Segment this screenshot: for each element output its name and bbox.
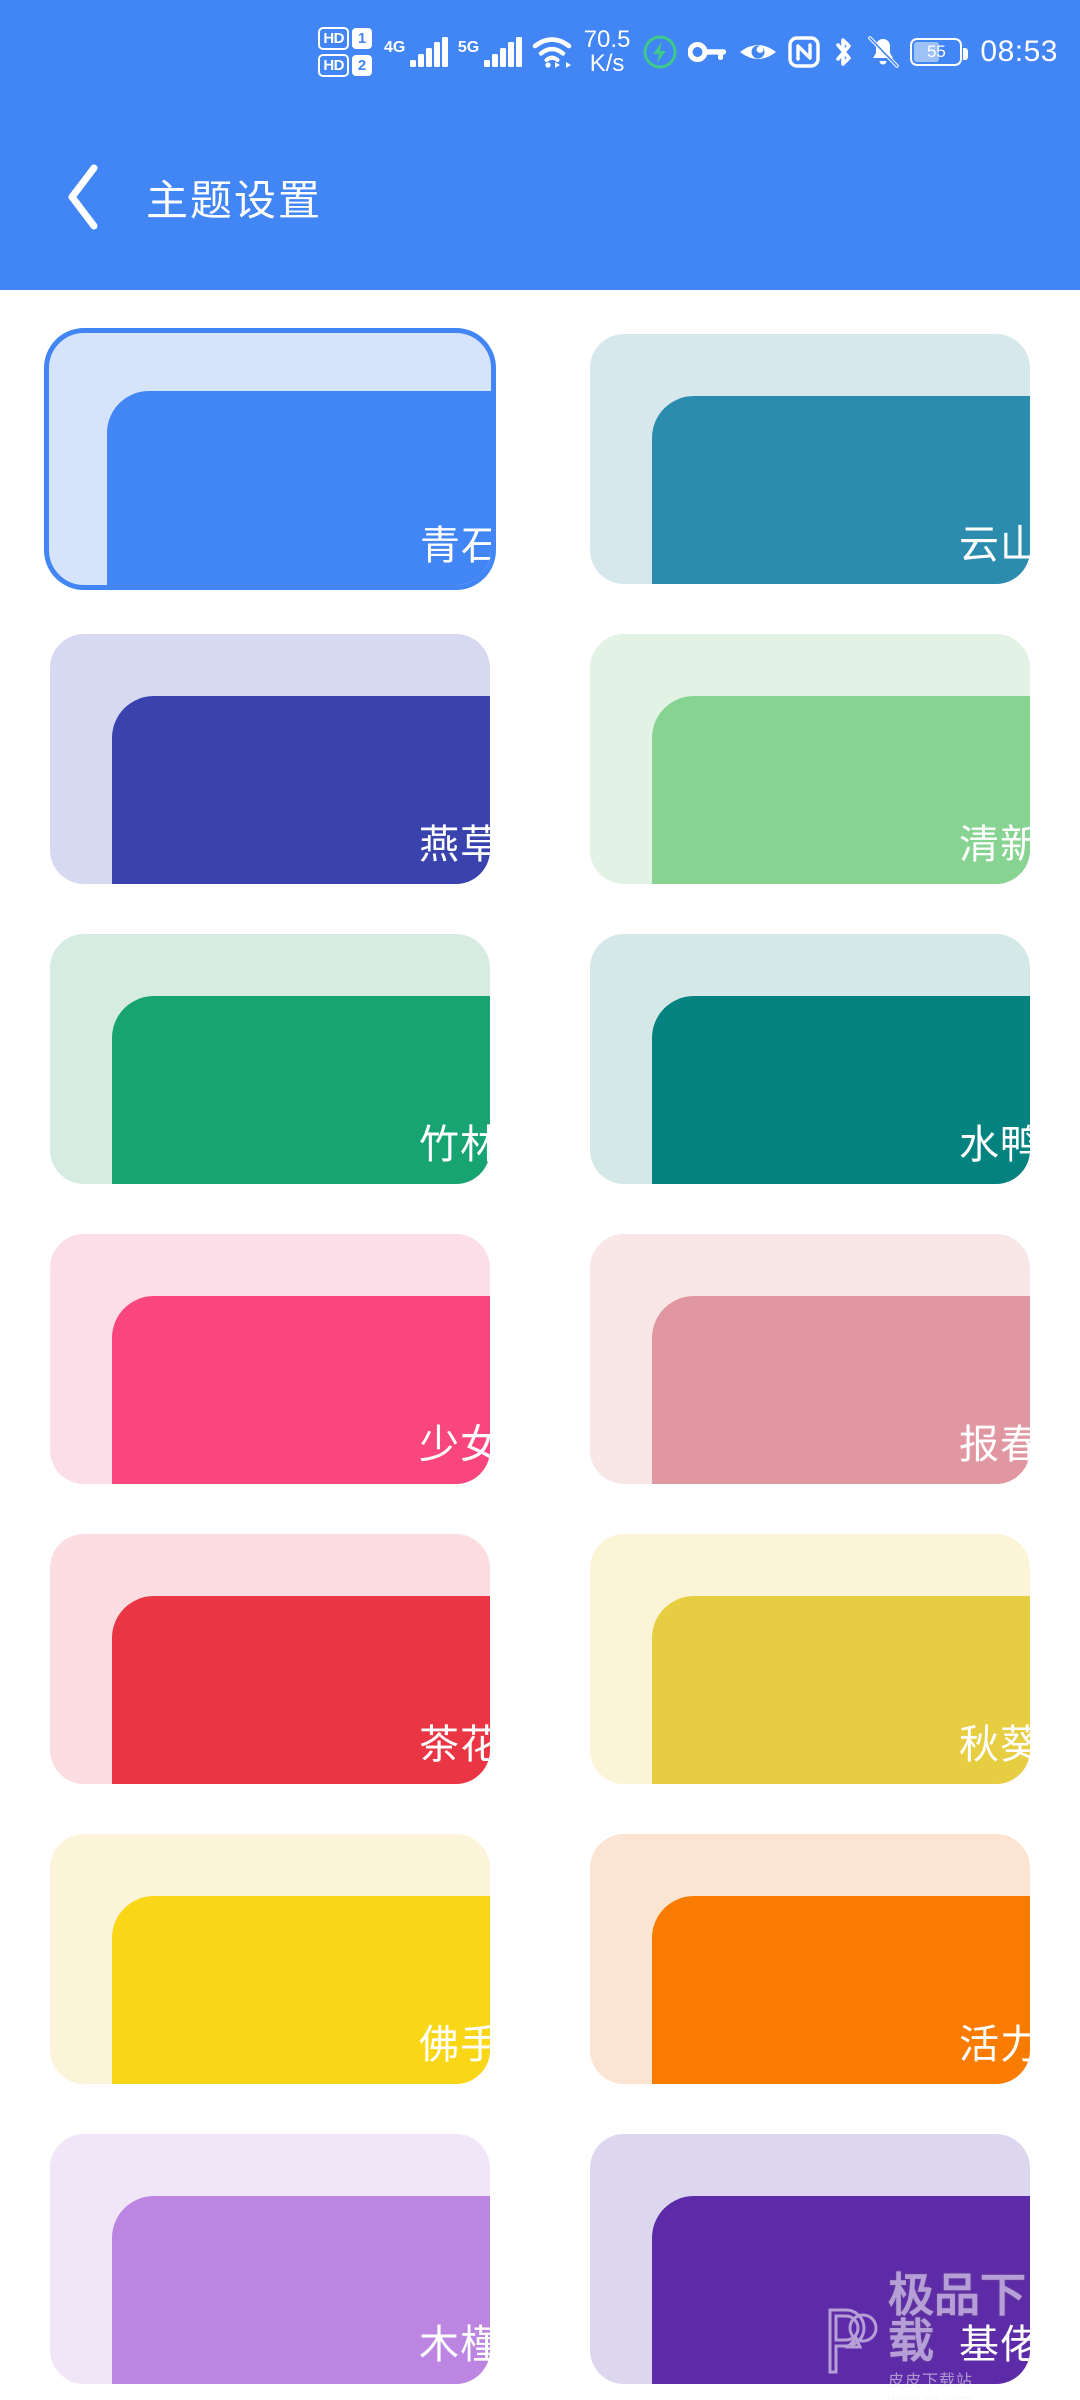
power-saving-icon bbox=[642, 34, 678, 70]
network-type-2-label: 5G bbox=[457, 39, 480, 56]
theme-row: 佛手黄 活力橙 bbox=[0, 1812, 1080, 2112]
cellular-signal-1-icon: 4G bbox=[384, 37, 448, 67]
theme-cell: 佛手黄 bbox=[0, 1812, 540, 2112]
theme-row: 木槿紫 基佬紫 bbox=[0, 2112, 1080, 2400]
theme-card[interactable]: 清新绿 bbox=[590, 634, 1030, 884]
theme-row: 青石蓝 云山青 bbox=[0, 312, 1080, 612]
theme-card-label: 报春红 bbox=[959, 1423, 1030, 1467]
network-speed-indicator: 70.5 K/s bbox=[584, 28, 631, 76]
eye-icon bbox=[738, 38, 778, 66]
theme-cell: 报春红 bbox=[540, 1212, 1080, 1512]
theme-card[interactable]: 云山青 bbox=[590, 334, 1030, 584]
sim1-hd-icon: HD bbox=[318, 27, 350, 50]
theme-row: 竹林绿 水鸭青 bbox=[0, 912, 1080, 1212]
theme-cell: 清新绿 bbox=[540, 612, 1080, 912]
theme-card[interactable]: 活力橙 bbox=[590, 1834, 1030, 2084]
theme-cell: 木槿紫 bbox=[0, 2112, 540, 2400]
status-bar: HD 1 HD 2 4G 5G 70.5 K/s 55 08:53 bbox=[0, 0, 1080, 104]
theme-card-label: 云山青 bbox=[959, 523, 1030, 567]
sim2-hd-icon: HD bbox=[318, 54, 350, 77]
title-bar: 主题设置 bbox=[0, 104, 1080, 290]
chevron-left-icon bbox=[68, 164, 98, 230]
theme-cell: 基佬紫 bbox=[540, 2112, 1080, 2400]
theme-card[interactable]: 水鸭青 bbox=[590, 934, 1030, 1184]
theme-cell: 水鸭青 bbox=[540, 912, 1080, 1212]
theme-card-label: 清新绿 bbox=[959, 823, 1030, 867]
screen-root: HD 1 HD 2 4G 5G 70.5 K/s 55 08:53 主题设置 青… bbox=[0, 0, 1080, 2400]
back-button[interactable] bbox=[30, 142, 140, 252]
theme-card[interactable]: 燕草蓝 bbox=[50, 634, 490, 884]
cellular-signal-2-icon: 5G bbox=[458, 37, 522, 67]
bell-muted-icon bbox=[866, 35, 900, 69]
sim2-row: HD 2 bbox=[318, 54, 373, 77]
app-header: HD 1 HD 2 4G 5G 70.5 K/s 55 08:53 主题设置 bbox=[0, 0, 1080, 290]
network-speed-value: 70.5 bbox=[583, 26, 631, 53]
theme-card-label: 少女粉 bbox=[419, 1423, 490, 1467]
theme-cell: 茶花红 bbox=[0, 1512, 540, 1812]
wifi-icon bbox=[532, 36, 572, 68]
theme-card-label: 青石蓝 bbox=[420, 524, 491, 568]
theme-cell: 活力橙 bbox=[540, 1812, 1080, 2112]
theme-card[interactable]: 报春红 bbox=[590, 1234, 1030, 1484]
theme-row: 少女粉 报春红 bbox=[0, 1212, 1080, 1512]
page-title: 主题设置 bbox=[146, 176, 323, 224]
theme-card-label: 木槿紫 bbox=[419, 2323, 490, 2367]
sim1-row: HD 1 bbox=[318, 27, 373, 50]
theme-card[interactable]: 少女粉 bbox=[50, 1234, 490, 1484]
theme-cell: 竹林绿 bbox=[0, 912, 540, 1212]
clock-label: 08:53 bbox=[980, 35, 1058, 68]
network-speed-unit: K/s bbox=[589, 50, 625, 77]
theme-card[interactable]: 茶花红 bbox=[50, 1534, 490, 1784]
theme-cell: 燕草蓝 bbox=[0, 612, 540, 912]
theme-card[interactable]: 青石蓝 bbox=[44, 328, 496, 590]
theme-row: 茶花红 秋葵黄 bbox=[0, 1512, 1080, 1812]
theme-card[interactable]: 佛手黄 bbox=[50, 1834, 490, 2084]
theme-card-label: 活力橙 bbox=[959, 2023, 1030, 2067]
signal-bars-1-icon bbox=[410, 37, 448, 67]
theme-card-label: 佛手黄 bbox=[419, 2023, 490, 2067]
theme-cell: 秋葵黄 bbox=[540, 1512, 1080, 1812]
battery-icon: 55 bbox=[910, 38, 969, 66]
nfc-icon bbox=[788, 36, 821, 68]
bluetooth-icon bbox=[830, 35, 856, 69]
network-type-1-label: 4G bbox=[384, 39, 406, 56]
theme-card[interactable]: 秋葵黄 bbox=[590, 1534, 1030, 1784]
theme-cell: 青石蓝 bbox=[0, 312, 540, 612]
dual-sim-hd-indicator: HD 1 HD 2 bbox=[318, 27, 373, 77]
theme-card-label: 竹林绿 bbox=[419, 1123, 490, 1167]
signal-bars-2-icon bbox=[484, 37, 522, 67]
theme-card-label: 茶花红 bbox=[419, 1723, 490, 1767]
theme-cell: 少女粉 bbox=[0, 1212, 540, 1512]
theme-card[interactable]: 木槿紫 bbox=[50, 2134, 490, 2384]
theme-cell: 云山青 bbox=[540, 312, 1080, 612]
theme-card-label: 秋葵黄 bbox=[959, 1723, 1030, 1767]
sim1-number-icon: 1 bbox=[352, 28, 373, 49]
theme-card-label: 基佬紫 bbox=[959, 2323, 1030, 2367]
theme-card[interactable]: 竹林绿 bbox=[50, 934, 490, 1184]
vpn-key-icon bbox=[688, 37, 728, 67]
sim2-number-icon: 2 bbox=[352, 55, 373, 76]
theme-card-label: 水鸭青 bbox=[959, 1123, 1030, 1167]
theme-card[interactable]: 基佬紫 bbox=[590, 2134, 1030, 2384]
theme-row: 燕草蓝 清新绿 bbox=[0, 612, 1080, 912]
theme-grid: 青石蓝 云山青燕草蓝 清新绿竹林绿 水鸭青少女粉 报春红茶花红 秋葵黄佛手黄 活力橙木槿紫 基… bbox=[0, 290, 1080, 2400]
theme-card-label: 燕草蓝 bbox=[419, 823, 490, 867]
battery-percent-label: 55 bbox=[926, 42, 946, 61]
